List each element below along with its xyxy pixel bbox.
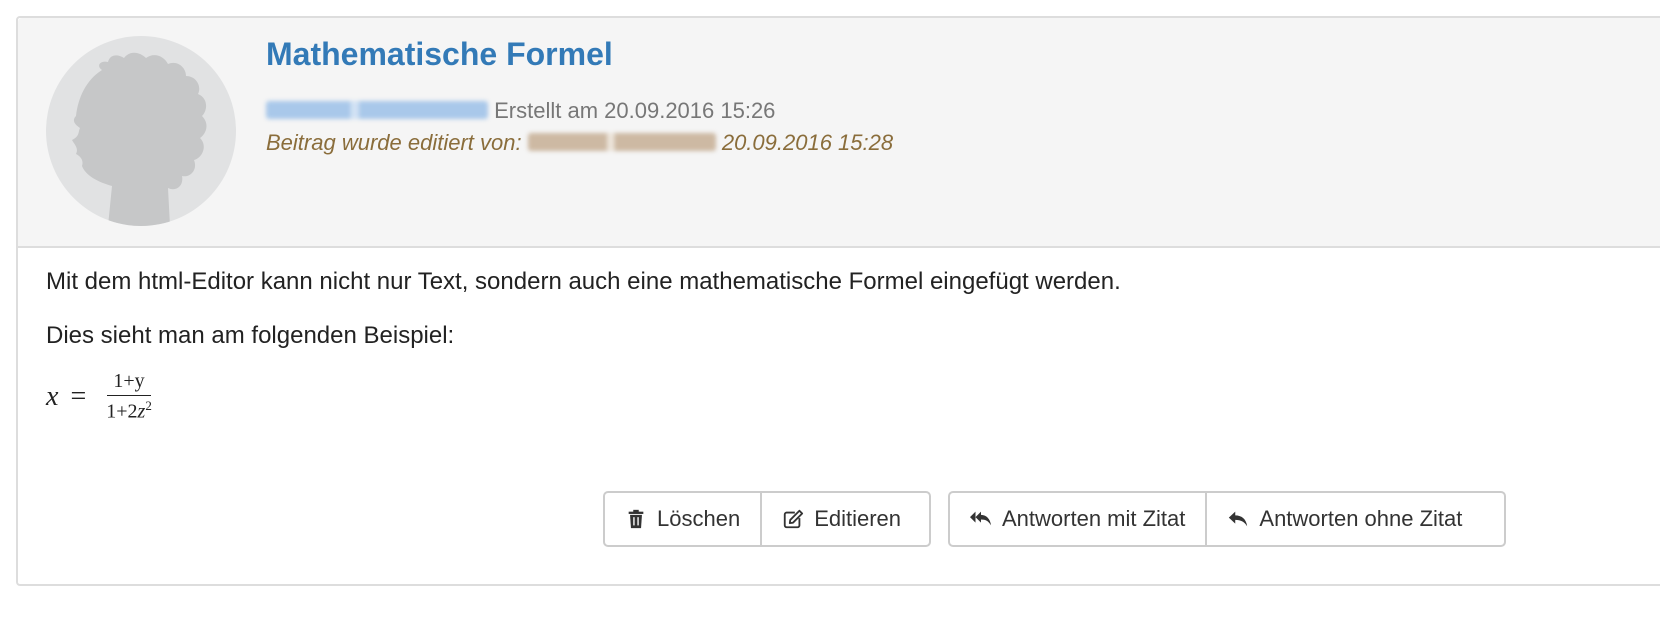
math-formula: x = 1+y 1+2z2 (46, 370, 156, 424)
avatar-placeholder-icon (72, 52, 207, 226)
post-meta: Erstellt am 20.09.2016 15:26 (266, 98, 775, 124)
edited-date: 20.09.2016 15:28 (721, 130, 894, 155)
delete-button[interactable]: Löschen (605, 493, 760, 545)
created-date: Erstellt am 20.09.2016 15:26 (494, 98, 776, 123)
reply-with-quote-button[interactable]: Antworten mit Zitat (950, 493, 1205, 545)
formula-equals: = (70, 380, 87, 412)
avatar (46, 36, 236, 226)
post-paragraph: Dies sieht man am folgenden Beispiel: (46, 322, 455, 349)
post-title[interactable]: Mathematische Formel (266, 36, 613, 73)
edit-icon (784, 509, 804, 529)
edited-note: Beitrag wurde editiert von: 20.09.2016 1… (266, 130, 893, 156)
formula-fraction: 1+y 1+2z2 (102, 370, 156, 424)
reply-with-quote-label: Antworten mit Zitat (1002, 506, 1186, 531)
formula-numerator-text: 1+y (113, 370, 145, 392)
reply-icon (1229, 511, 1248, 527)
post-paragraph: Mit dem html-Editor kann nicht nur Text,… (46, 268, 1121, 295)
formula-lhs: x (46, 380, 59, 412)
formula-denominator-prefix: 1+2 (106, 400, 138, 423)
formula-numerator: 1+y (107, 370, 151, 396)
post-reply-buttons: Antworten mit Zitat Antworten ohne Zitat (948, 491, 1506, 547)
post-body: Mit dem html-Editor kann nicht nur Text,… (46, 268, 1121, 376)
author-link[interactable] (266, 101, 488, 120)
trash-icon (628, 509, 644, 529)
reply-all-icon (970, 511, 992, 526)
post-header: Mathematische Formel Erstellt am 20.09.2… (18, 18, 1660, 248)
editor-name (527, 133, 716, 152)
formula-denominator: 1+2z2 (102, 396, 156, 424)
reply-without-quote-label: Antworten ohne Zitat (1259, 506, 1463, 531)
post-admin-buttons: Löschen Editieren (603, 491, 931, 547)
delete-label: Löschen (657, 506, 741, 531)
edited-prefix: Beitrag wurde editiert von: (266, 130, 522, 155)
forum-post: Mathematische Formel Erstellt am 20.09.2… (16, 16, 1660, 586)
formula-denominator-exp: 2 (145, 398, 152, 413)
reply-without-quote-button[interactable]: Antworten ohne Zitat (1205, 493, 1482, 545)
edit-label: Editieren (814, 506, 902, 531)
edit-button[interactable]: Editieren (760, 493, 921, 545)
